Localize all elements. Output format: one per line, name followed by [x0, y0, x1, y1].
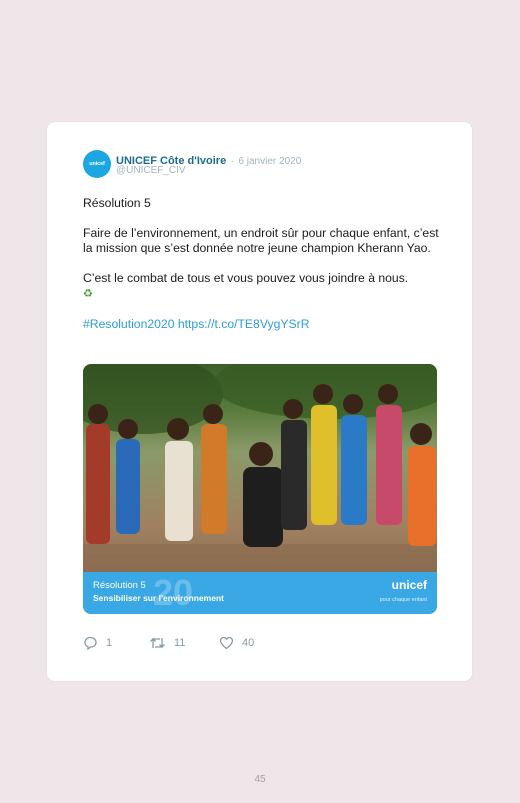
unicef-tagline: pour chaque enfant [379, 597, 427, 603]
tweet-date[interactable]: 6 janvier 2020 [238, 156, 301, 167]
reply-icon [84, 636, 97, 650]
hashtag-link[interactable]: #Resolution2020 [83, 317, 174, 331]
retweet-icon [150, 637, 165, 649]
page-number: 45 [254, 774, 266, 785]
account-handle[interactable]: @UNICEF_CIV [116, 165, 186, 176]
tweet-actions: 1 11 40 [83, 636, 283, 652]
like-count: 40 [242, 637, 255, 649]
reply-button[interactable]: 1 [83, 636, 112, 650]
unicef-logo: unicef [391, 578, 427, 592]
tweet-body: Résolution 5 Faire de l’environnement, u… [83, 196, 448, 332]
tweet-paragraph: Faire de l’environnement, un endroit sûr… [83, 226, 439, 255]
recycle-icon: ♻ [83, 288, 93, 300]
avatar[interactable]: unicef [83, 150, 111, 178]
separator-dot: · [230, 156, 234, 167]
tweet-paragraph: C’est le combat de tous et vous pouvez v… [83, 271, 409, 285]
tweet-card: unicef UNICEF Côte d'Ivoire · 6 janvier … [47, 122, 472, 681]
banner-subtitle: Sensibiliser sur l'environnement [93, 593, 224, 603]
reply-count: 1 [106, 637, 113, 649]
banner-title: Résolution 5 [93, 580, 146, 591]
tweet-header: unicef UNICEF Côte d'Ivoire · 6 janvier … [83, 150, 443, 180]
retweet-count: 11 [174, 637, 186, 649]
url-link[interactable]: https://t.co/TE8VygYSrR [178, 317, 310, 331]
tweet-paragraph: Résolution 5 [83, 196, 151, 210]
heart-icon [219, 636, 234, 650]
like-button[interactable]: 40 [219, 636, 254, 650]
tweet-photo[interactable]: 20 Résolution 5 Sensibiliser sur l'envir… [83, 364, 437, 614]
retweet-button[interactable]: 11 [149, 636, 185, 650]
photo-banner: 20 Résolution 5 Sensibiliser sur l'envir… [83, 572, 437, 614]
